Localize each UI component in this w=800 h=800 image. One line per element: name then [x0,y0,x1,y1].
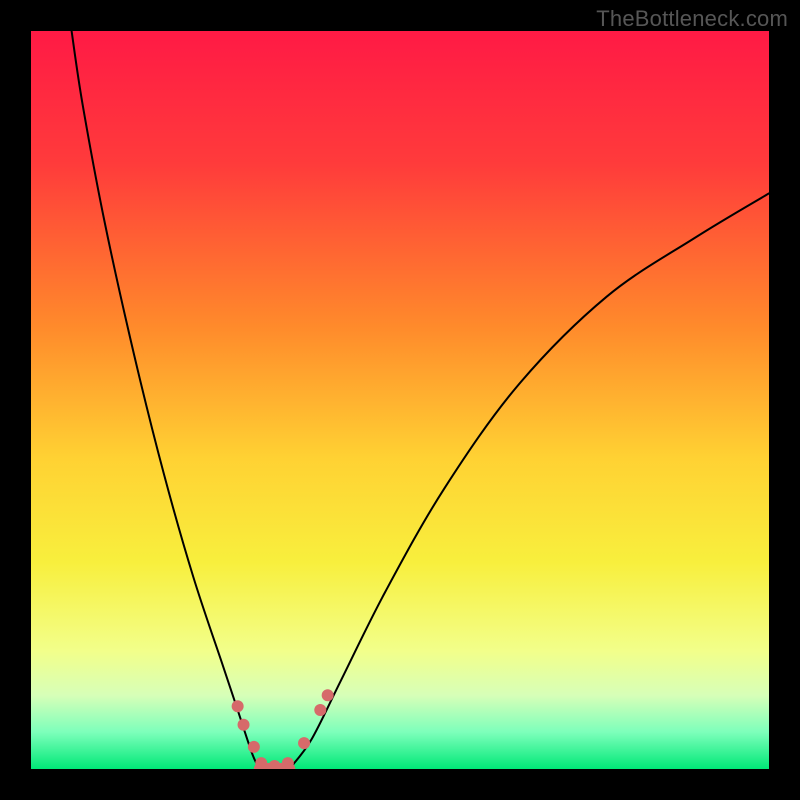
gradient-background [31,31,769,769]
valley-marker-6 [298,737,310,749]
valley-marker-0 [232,700,244,712]
bottleneck-chart [0,0,800,800]
valley-marker-7 [314,704,326,716]
chart-stage: { "watermark": { "text": "TheBottleneck.… [0,0,800,800]
valley-marker-8 [322,689,334,701]
watermark-text: TheBottleneck.com [596,6,788,32]
valley-marker-3 [255,757,267,769]
valley-marker-5 [282,757,294,769]
valley-marker-1 [238,719,250,731]
valley-marker-2 [248,741,260,753]
valley-marker-4 [269,760,281,772]
